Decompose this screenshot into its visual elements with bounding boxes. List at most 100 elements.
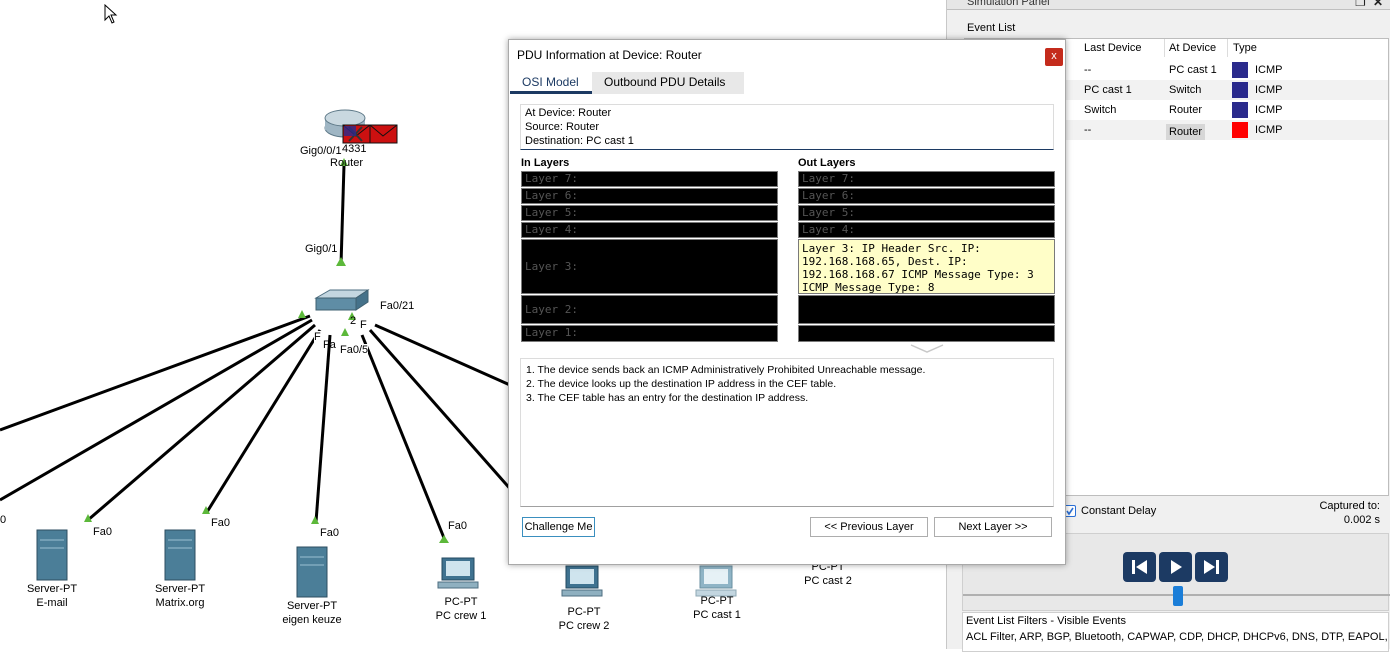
event-last-device: Switch	[1084, 104, 1117, 116]
in-layer-2[interactable]: Layer 2:	[521, 295, 778, 324]
device-name-label: E-mail	[36, 597, 68, 609]
captured-value: 0.002 s	[1343, 514, 1380, 526]
event-list-filters: Event List Filters - Visible Events ACL …	[962, 612, 1389, 652]
constant-delay-label: Constant Delay	[1081, 505, 1157, 517]
link-switch-email	[87, 323, 316, 522]
simulation-panel-title: Simulation Panel	[967, 0, 1050, 8]
col-divider	[1164, 39, 1165, 57]
port-label-fa0-5: Fa0/5	[340, 344, 369, 356]
previous-layer-button[interactable]: << Previous Layer	[810, 517, 928, 537]
event-last-device: --	[1084, 64, 1092, 76]
link-lights	[84, 158, 449, 543]
out-layer-4[interactable]: Layer 4:	[798, 222, 1055, 238]
device-type-label: Server-PT	[154, 583, 206, 595]
out-layer-6[interactable]: Layer 6:	[798, 188, 1055, 204]
in-layer-3[interactable]: Layer 3:	[521, 239, 778, 294]
link-switch-cast	[374, 323, 511, 387]
next-layer-button[interactable]: Next Layer >>	[934, 517, 1052, 537]
in-layer-6[interactable]: Layer 6:	[521, 188, 778, 204]
switch-icon[interactable]	[314, 289, 370, 311]
skip-forward-icon	[1204, 560, 1219, 574]
device-type-label: 4331	[342, 143, 367, 155]
link-switch-left2	[0, 318, 313, 502]
out-layer-3-active[interactable]: Layer 3: IP Header Src. IP: 192.168.168.…	[798, 239, 1055, 294]
col-header-at-device[interactable]: At Device	[1169, 42, 1216, 54]
captured-label: Captured to:	[1319, 500, 1380, 512]
out-layer-2[interactable]	[798, 295, 1055, 324]
link-switch-left1	[0, 314, 311, 432]
description-line: 2. The device looks up the destination I…	[526, 378, 837, 390]
link-light	[439, 535, 449, 543]
speed-slider-handle[interactable]	[1173, 586, 1183, 606]
layer-description-box: 1. The device sends back an ICMP Adminis…	[520, 358, 1054, 507]
in-layer-1[interactable]: Layer 1:	[521, 325, 778, 342]
pc-icon[interactable]	[695, 565, 737, 597]
event-color-swatch	[1232, 102, 1248, 118]
event-type: ICMP	[1255, 64, 1283, 76]
event-type: ICMP	[1255, 84, 1283, 96]
server-icon[interactable]	[36, 529, 68, 581]
event-list-label: Event List	[967, 22, 1016, 34]
event-at-device: Router	[1166, 124, 1206, 140]
back-button[interactable]	[1123, 552, 1156, 582]
port-label-fa0-21: Fa0/21	[380, 300, 415, 312]
event-last-device: --	[1084, 124, 1092, 136]
port-label-matrix: Fa0	[211, 517, 230, 529]
checkmark-icon	[1066, 507, 1074, 516]
link-light	[298, 310, 306, 318]
description-line: 1. The device sends back an ICMP Adminis…	[526, 364, 926, 376]
captured-to: Captured to: 0.002 s	[1319, 499, 1380, 527]
splitter-grip-icon[interactable]	[909, 342, 945, 354]
play-icon	[1171, 560, 1182, 574]
info-at-device: At Device: Router	[525, 107, 612, 119]
col-header-type[interactable]: Type	[1233, 42, 1257, 54]
description-line: 3. The CEF table has an entry for the de…	[526, 392, 809, 404]
port-label-partial: F	[314, 331, 321, 343]
port-label-partial: F	[360, 319, 367, 331]
out-layer-5[interactable]: Layer 5:	[798, 205, 1055, 221]
event-color-swatch	[1232, 62, 1248, 78]
filters-title: Event List Filters - Visible Events	[966, 615, 1126, 627]
close-icon[interactable]: ✕	[1373, 0, 1383, 8]
out-layer-1[interactable]	[798, 325, 1055, 342]
server-icon[interactable]	[296, 546, 328, 598]
port-label-email: Fa0	[93, 526, 112, 538]
in-layer-4[interactable]: Layer 4:	[521, 222, 778, 238]
device-name-label: eigen keuze	[282, 614, 342, 626]
link-switch-matrix	[205, 329, 322, 513]
port-label-edge: 0	[0, 514, 7, 526]
pdu-envelope-icon[interactable]	[342, 124, 371, 144]
server-icon[interactable]	[164, 529, 196, 581]
pc-icon[interactable]	[561, 565, 603, 597]
close-button[interactable]: x	[1045, 48, 1063, 66]
tab-osi-model[interactable]: OSI Model	[510, 72, 592, 94]
pdu-envelope-icon[interactable]	[369, 124, 398, 144]
device-type-label: PC-PT	[700, 595, 734, 607]
device-type-label: PC-PT	[567, 606, 601, 618]
event-color-swatch	[1232, 82, 1248, 98]
link-light	[341, 328, 349, 336]
challenge-me-button[interactable]: Challenge Me	[522, 517, 595, 537]
forward-button[interactable]	[1195, 552, 1228, 582]
event-at-device: PC cast 1	[1169, 64, 1217, 76]
device-type-label: Server-PT	[286, 600, 338, 612]
device-name-label: Matrix.org	[155, 597, 205, 609]
device-name-label: Router	[330, 157, 364, 169]
tab-outbound-pdu-details[interactable]: Outbound PDU Details	[592, 72, 744, 94]
event-at-device: Switch	[1169, 84, 1202, 96]
simulation-panel-titlebar: Simulation Panel ❐ ✕	[947, 0, 1390, 10]
device-type-label: PC-PT	[444, 596, 478, 608]
device-label-crew2: PC-PT PC crew 2	[553, 605, 615, 633]
link-router-switch	[339, 164, 346, 266]
pc-icon[interactable]	[437, 557, 479, 589]
filters-value: ACL Filter, ARP, BGP, Bluetooth, CAPWAP,…	[966, 631, 1388, 643]
restore-icon[interactable]: ❐	[1355, 0, 1366, 8]
play-button[interactable]	[1159, 552, 1192, 582]
col-header-last-device[interactable]: Last Device	[1084, 42, 1141, 54]
event-last-device: PC cast 1	[1084, 84, 1132, 96]
in-layer-7[interactable]: Layer 7:	[521, 171, 778, 187]
event-type: ICMP	[1255, 104, 1283, 116]
in-layer-5[interactable]: Layer 5:	[521, 205, 778, 221]
port-label-crew1: Fa0	[448, 520, 467, 532]
out-layer-7[interactable]: Layer 7:	[798, 171, 1055, 187]
